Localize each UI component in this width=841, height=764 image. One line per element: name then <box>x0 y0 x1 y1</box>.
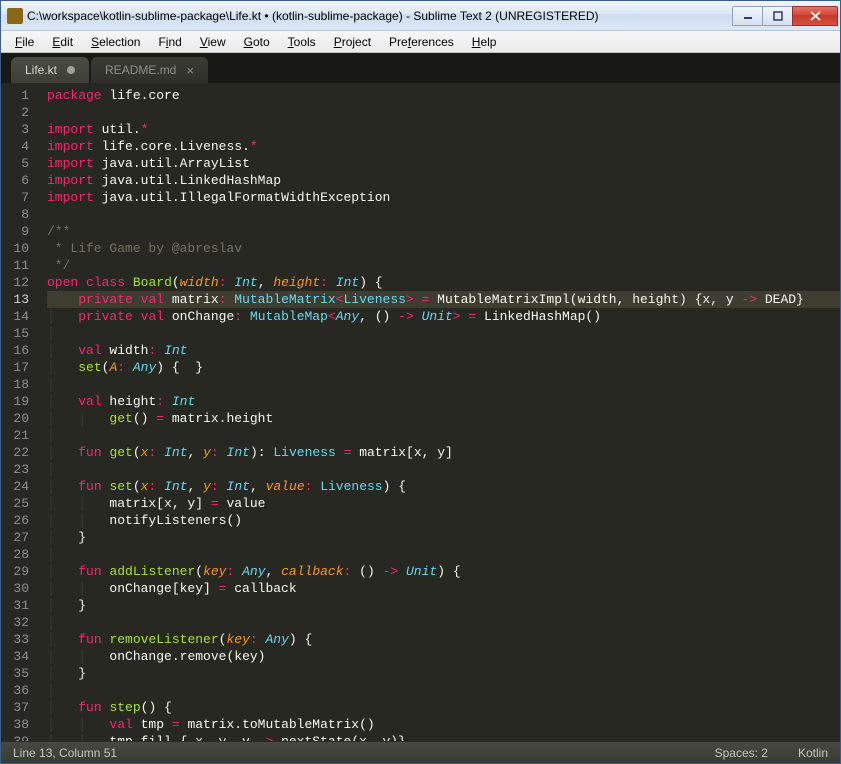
menu-tools[interactable]: Tools <box>280 33 324 51</box>
close-icon <box>810 11 821 21</box>
menu-edit[interactable]: Edit <box>44 33 81 51</box>
menu-project[interactable]: Project <box>326 33 379 51</box>
app-window: C:\workspace\kotlin-sublime-package\Life… <box>0 0 841 764</box>
window-title: C:\workspace\kotlin-sublime-package\Life… <box>27 9 732 23</box>
menu-help[interactable]: Help <box>464 33 505 51</box>
menubar: File Edit Selection Find View Goto Tools… <box>1 31 840 53</box>
menu-selection[interactable]: Selection <box>83 33 148 51</box>
dirty-indicator-icon <box>67 66 75 74</box>
editor-area: Life.kt README.md × 12345678910111213141… <box>1 53 840 763</box>
app-icon <box>7 8 23 24</box>
tab-readme-md[interactable]: README.md × <box>91 57 208 83</box>
menu-file[interactable]: File <box>7 33 42 51</box>
tab-label: Life.kt <box>25 63 57 77</box>
status-cursor-position[interactable]: Line 13, Column 51 <box>13 746 117 760</box>
menu-view[interactable]: View <box>192 33 234 51</box>
code-editor[interactable]: 1234567891011121314151617181920212223242… <box>1 83 840 741</box>
tab-close-icon[interactable]: × <box>186 63 194 78</box>
tab-life-kt[interactable]: Life.kt <box>11 57 89 83</box>
status-language[interactable]: Kotlin <box>798 746 828 760</box>
maximize-button[interactable] <box>762 6 792 26</box>
menu-find[interactable]: Find <box>150 33 189 51</box>
close-button[interactable] <box>792 6 838 26</box>
window-controls <box>732 6 838 26</box>
menu-goto[interactable]: Goto <box>236 33 278 51</box>
titlebar[interactable]: C:\workspace\kotlin-sublime-package\Life… <box>1 1 840 31</box>
statusbar: Line 13, Column 51 Spaces: 2 Kotlin <box>1 741 840 763</box>
status-indent[interactable]: Spaces: 2 <box>715 746 768 760</box>
tab-label: README.md <box>105 63 176 77</box>
minimize-button[interactable] <box>732 6 762 26</box>
tabbar: Life.kt README.md × <box>1 53 840 83</box>
code-content[interactable]: package life.core import util.*import li… <box>39 83 840 741</box>
maximize-icon <box>773 11 783 21</box>
line-gutter: 1234567891011121314151617181920212223242… <box>1 83 39 741</box>
minimize-icon <box>743 11 753 21</box>
menu-preferences[interactable]: Preferences <box>381 33 462 51</box>
